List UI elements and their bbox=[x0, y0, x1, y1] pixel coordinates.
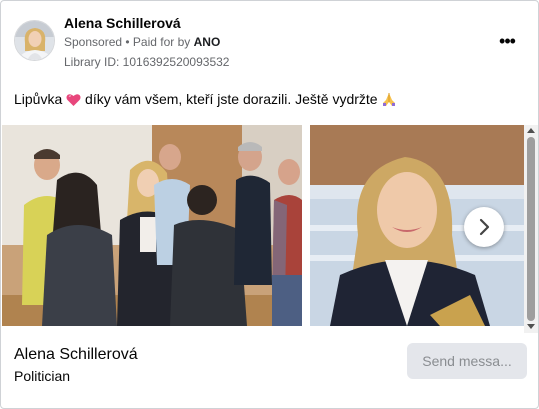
scrollbar-thumb[interactable] bbox=[527, 137, 535, 321]
paid-for-prefix: Paid for by bbox=[132, 35, 194, 49]
avatar-image bbox=[15, 21, 54, 60]
paid-for-by: ANO bbox=[193, 35, 221, 49]
footer-page-name[interactable]: Alena Schillerová bbox=[14, 346, 138, 364]
sponsored-line: Sponsored • Paid for by ANO bbox=[64, 35, 220, 49]
sponsored-label: Sponsored bbox=[64, 35, 123, 49]
ad-card: Alena Schillerová Sponsored • Paid for b… bbox=[0, 0, 539, 409]
folded-hands-emoji bbox=[381, 91, 397, 110]
scroll-down-arrow-icon[interactable] bbox=[527, 324, 535, 329]
page-avatar[interactable] bbox=[14, 20, 55, 61]
carousel-image-group-meeting[interactable] bbox=[2, 125, 302, 326]
footer-category: Politician bbox=[14, 368, 71, 384]
library-id: Library ID: 1016392520093532 bbox=[64, 55, 230, 69]
post-text: Lipůvka díky vám všem, kteří jste dorazi… bbox=[14, 91, 397, 110]
page-name[interactable]: Alena Schillerová bbox=[64, 15, 181, 31]
vertical-scrollbar[interactable] bbox=[524, 125, 538, 333]
send-message-button[interactable]: Send messa... bbox=[407, 343, 527, 379]
group-meeting-photo bbox=[2, 125, 302, 326]
post-text-part2: díky vám všem, kteří jste dorazili. Ješt… bbox=[85, 91, 378, 107]
image-carousel[interactable] bbox=[2, 125, 538, 327]
chevron-right-icon bbox=[479, 218, 490, 236]
post-text-part1: Lipůvka bbox=[14, 91, 63, 107]
pink-heart-emoji bbox=[66, 93, 81, 110]
more-options-icon[interactable]: ••• bbox=[495, 30, 519, 54]
meta-separator: • bbox=[122, 35, 133, 49]
scroll-up-arrow-icon[interactable] bbox=[527, 128, 535, 133]
carousel-next-button[interactable] bbox=[464, 207, 504, 247]
